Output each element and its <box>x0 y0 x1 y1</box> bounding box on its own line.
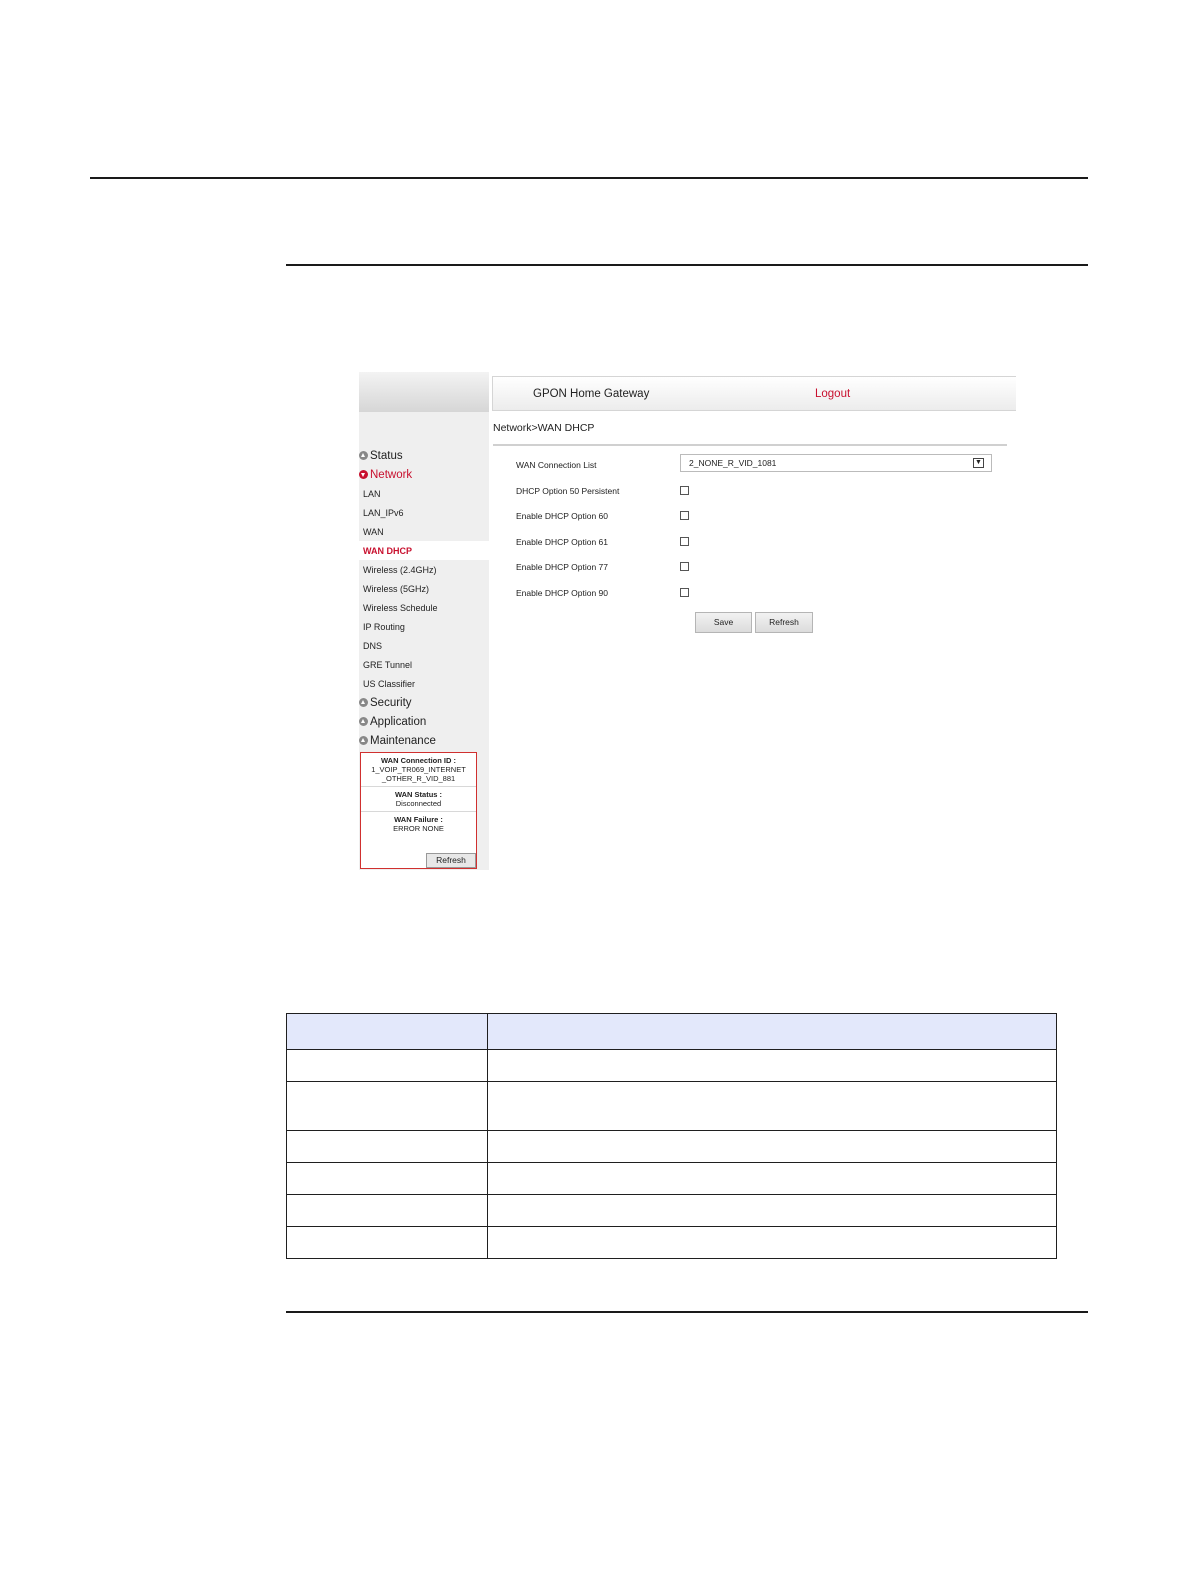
wan-connection-id-label: WAN Connection ID : <box>381 756 456 765</box>
table-row <box>286 1130 1057 1163</box>
menu-item[interactable]: Wireless (2.4GHz) <box>359 560 489 579</box>
status-refresh-button[interactable]: Refresh <box>426 853 476 868</box>
menu-label: Wireless (2.4GHz) <box>363 564 437 575</box>
expand-icon <box>359 451 368 460</box>
menu-label: GRE Tunnel <box>363 659 413 670</box>
table-row <box>286 1226 1057 1259</box>
menu-label: LAN_IPv6 <box>363 507 404 518</box>
menu-item[interactable]: IP Routing <box>359 617 489 636</box>
expand-icon <box>359 736 368 745</box>
menu-section[interactable]: Maintenance <box>359 731 489 750</box>
expand-icon <box>359 717 368 726</box>
connection-list-value: 2_NONE_R_VID_1081 <box>689 458 777 468</box>
app-title: GPON Home Gateway <box>533 388 650 400</box>
option-row: Enable DHCP Option 77 <box>516 560 1006 574</box>
screenshot-figure: Status Network LAN LAN_IPv6 WAN WAN DHCP Wirel… <box>359 372 1016 870</box>
menu-label: Wireless Schedule <box>363 602 438 613</box>
refresh-button[interactable]: Refresh <box>755 612 813 633</box>
menu-label: WAN DHCP <box>363 545 412 556</box>
menu-label: Network <box>370 468 413 481</box>
breadcrumb: Network>WAN DHCP <box>493 422 595 434</box>
menu-label: DNS <box>363 640 383 651</box>
wan-status-label: WAN Status : <box>394 790 443 799</box>
menu-section[interactable]: Network <box>359 465 489 484</box>
wan-status-block: WAN Status : Disconnected <box>361 787 476 812</box>
wan-status-value: Disconnected <box>395 799 442 808</box>
menu-label: Security <box>370 696 412 709</box>
option-50-checkbox[interactable] <box>680 486 689 495</box>
wan-failure-label: WAN Failure : <box>394 815 443 824</box>
menu-item[interactable]: LAN <box>359 484 489 503</box>
menu-item[interactable]: WAN <box>359 522 489 541</box>
menu-section[interactable]: Security <box>359 693 489 712</box>
option-61-checkbox[interactable] <box>680 537 689 546</box>
table-row <box>286 1162 1057 1195</box>
expand-icon <box>359 698 368 707</box>
menu-item[interactable]: DNS <box>359 636 489 655</box>
chevron-down-icon: ▼ <box>973 458 984 468</box>
option-row: Enable DHCP Option 90 <box>516 586 1006 600</box>
menu-label: Status <box>370 449 403 462</box>
menu-item[interactable]: Wireless Schedule <box>359 598 489 617</box>
table-header-cell <box>487 1013 1057 1050</box>
menu-item[interactable]: Wireless (5GHz) <box>359 579 489 598</box>
table-header-cell <box>286 1013 488 1050</box>
menu-label: Maintenance <box>370 734 436 747</box>
option-90-checkbox[interactable] <box>680 588 689 597</box>
wan-connection-id-block: WAN Connection ID : 1_VOIP_TR069_INTERNE… <box>361 753 476 787</box>
table-row <box>286 1081 1057 1131</box>
wan-connection-id-value: 1_VOIP_TR069_INTERNET _OTHER_R_VID_881 <box>371 765 466 783</box>
nav-menu: Status Network LAN LAN_IPv6 WAN WAN DHCP Wirel… <box>359 446 489 750</box>
menu-label: WAN <box>363 526 384 537</box>
option-60-checkbox[interactable] <box>680 511 689 520</box>
menu-section[interactable]: Application <box>359 712 489 731</box>
menu-label: Application <box>370 715 427 728</box>
table-header-row <box>286 1013 1057 1050</box>
top-bar: GPON Home Gateway Logout <box>492 376 1016 411</box>
sidebar-header <box>359 372 489 412</box>
description-table <box>286 1013 1057 1259</box>
breadcrumb-divider <box>493 444 1007 446</box>
sidebar: Status Network LAN LAN_IPv6 WAN WAN DHCP Wirel… <box>359 372 489 870</box>
option-label: Enable DHCP Option 61 <box>516 537 608 547</box>
menu-label: US Classifier <box>363 678 416 689</box>
option-row: Enable DHCP Option 60 <box>516 509 1006 523</box>
option-label: Enable DHCP Option 60 <box>516 511 608 521</box>
wan-failure-block: WAN Failure : ERROR NONE <box>361 812 476 836</box>
menu-label: IP Routing <box>363 621 405 632</box>
option-label: DHCP Option 50 Persistent <box>516 486 620 496</box>
menu-section[interactable]: Status <box>359 446 489 465</box>
menu-item[interactable]: GRE Tunnel <box>359 655 489 674</box>
menu-label: Wireless (5GHz) <box>363 583 430 594</box>
menu-item[interactable]: LAN_IPv6 <box>359 503 489 522</box>
collapse-icon <box>359 470 368 479</box>
option-label: Enable DHCP Option 77 <box>516 562 608 572</box>
option-label: Enable DHCP Option 90 <box>516 588 608 598</box>
save-button[interactable]: Save <box>695 612 752 633</box>
section-rule <box>286 264 1088 266</box>
option-row: DHCP Option 50 Persistent <box>516 484 1006 498</box>
footer-rule <box>286 1311 1088 1313</box>
table-row <box>286 1194 1057 1227</box>
menu-item[interactable]: WAN DHCP <box>359 541 489 560</box>
header-rule <box>90 177 1088 179</box>
menu-item[interactable]: US Classifier <box>359 674 489 693</box>
wan-failure-value: ERROR NONE <box>393 824 444 833</box>
wan-status-box: WAN Connection ID : 1_VOIP_TR069_INTERNE… <box>360 752 477 869</box>
menu-label: LAN <box>363 488 381 499</box>
connection-list-label: WAN Connection List <box>516 460 597 470</box>
option-row: Enable DHCP Option 61 <box>516 535 1006 549</box>
connection-list-select[interactable]: 2_NONE_R_VID_1081 ▼ <box>680 454 992 472</box>
logout-link[interactable]: Logout <box>815 388 850 400</box>
option-77-checkbox[interactable] <box>680 562 689 571</box>
table-row <box>286 1049 1057 1082</box>
